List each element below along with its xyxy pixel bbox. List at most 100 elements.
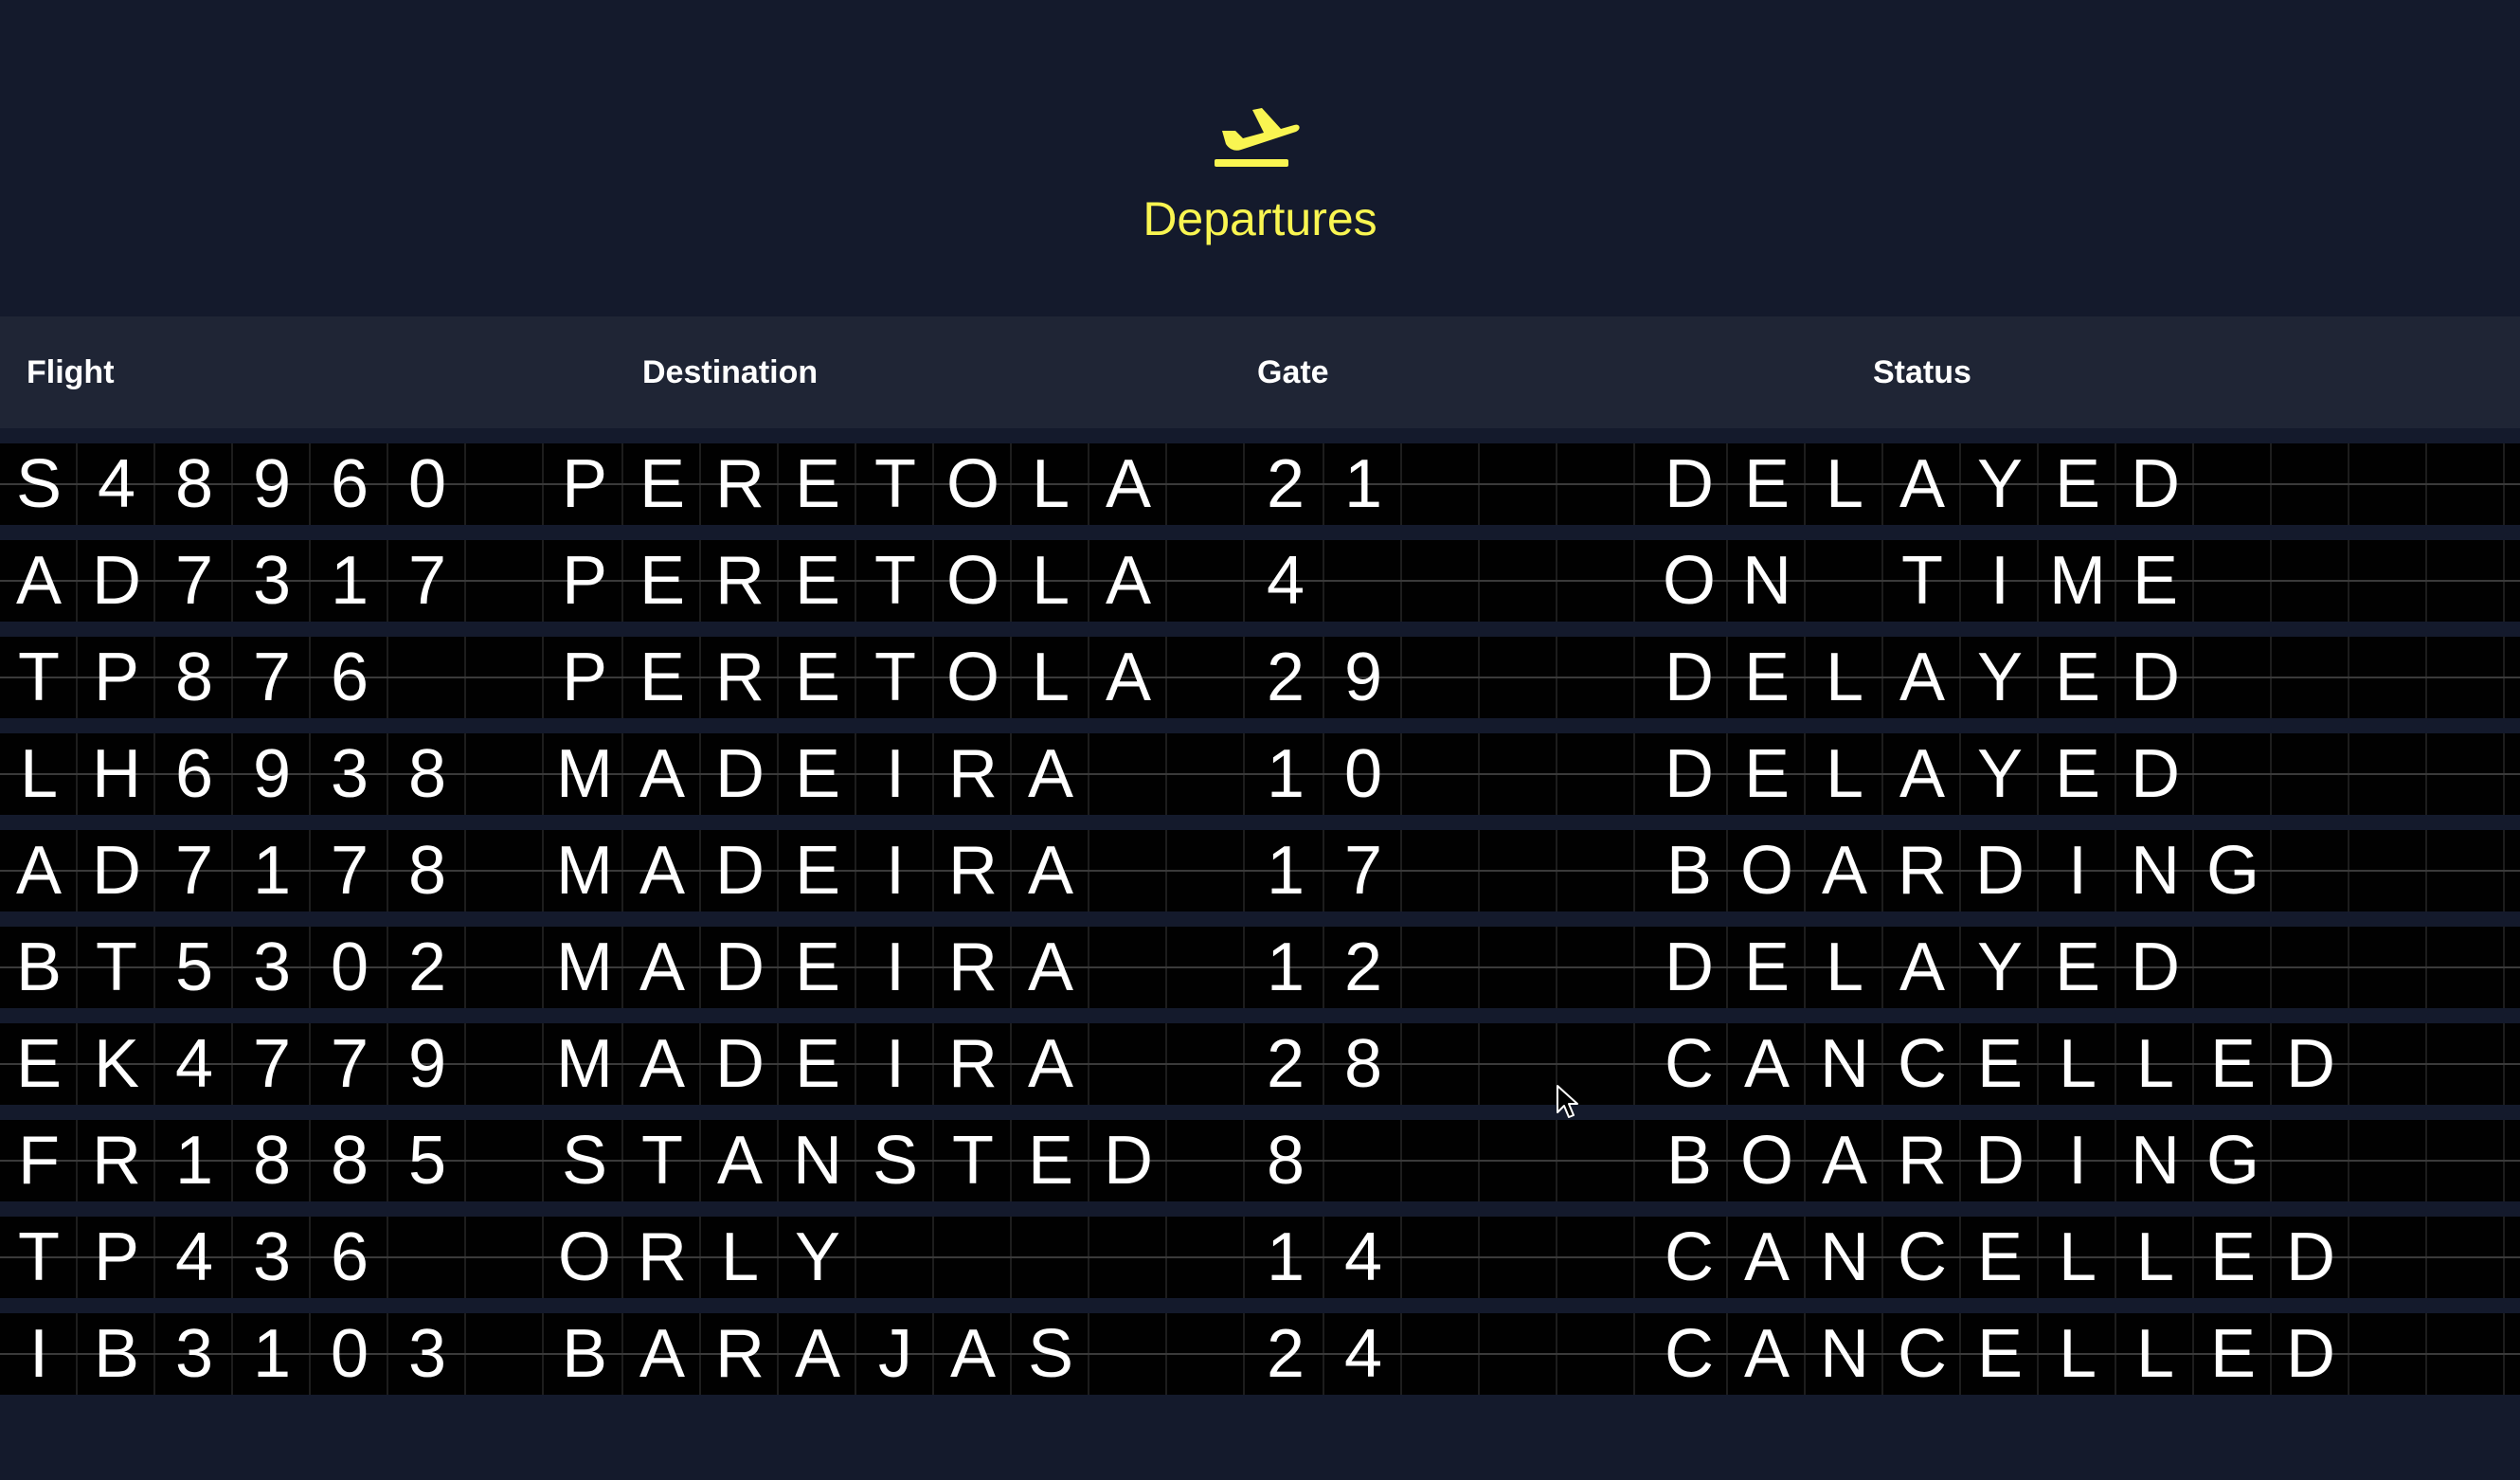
flap-tile-gate [1324,540,1402,622]
column-header-destination: Destination [642,354,819,390]
flap-tile-destination [1167,1217,1245,1298]
flight-row: AD7178MADEIRA17BOARDING [0,830,2520,911]
flap-tile-status [2349,540,2427,622]
flap-tile-status [2272,443,2349,525]
flap-tile-gate [1557,830,1635,911]
flap-tile-status [2194,540,2272,622]
flight-row: S48960PERETOLA21DELAYED [0,443,2520,525]
flight-row: TP436ORLY14CANCELLED [0,1217,2520,1298]
flap-tile-destination [1167,830,1245,911]
flap-tile-status [2349,1023,2427,1105]
flap-tile-flight [466,637,544,718]
flap-tile-flight [388,637,466,718]
flap-tile-flight [466,1120,544,1201]
flap-tile-flight [466,1023,544,1105]
flap-tile-status [2194,443,2272,525]
flap-tile-gate [1402,1023,1480,1105]
flap-tile-gate [1480,443,1557,525]
flight-row: FR1885STANSTED8BOARDING [0,1120,2520,1201]
flap-tile-flight [466,830,544,911]
flap-tile-destination [1167,927,1245,1008]
flap-tile-gate [1557,443,1635,525]
flap-tile-gate [1402,443,1480,525]
flap-tile-status [2272,1120,2349,1201]
flap-tile-gate [1480,733,1557,815]
flap-tile-status [2272,733,2349,815]
flap-tile-status [2349,443,2427,525]
flap-tile-status [2194,927,2272,1008]
flap-tile-status [2427,733,2505,815]
flap-tile-destination [1167,1313,1245,1395]
flap-tile-status [2427,1313,2505,1395]
flap-tile-status [2427,1120,2505,1201]
flight-row: BT5302MADEIRA12DELAYED [0,927,2520,1008]
flap-tile-flight [466,733,544,815]
flap-tile-gate [1480,1120,1557,1201]
flap-tile-gate [1402,1313,1480,1395]
flap-tile-destination [1089,1313,1167,1395]
flap-tile-status [2349,927,2427,1008]
flap-tile-destination [1167,1023,1245,1105]
flap-tile-destination [1167,1120,1245,1201]
flap-tile-status [2349,637,2427,718]
flap-tile-gate [1480,637,1557,718]
flap-tile-destination [1167,443,1245,525]
flap-tile-status [2194,637,2272,718]
flap-tile-status [2349,1313,2427,1395]
flight-row: AD7317PERETOLA4ON TIME [0,540,2520,622]
flap-tile-status [2427,927,2505,1008]
flap-tile-gate [1402,830,1480,911]
flight-row: LH6938MADEIRA10DELAYED [0,733,2520,815]
flap-tile-gate [1480,830,1557,911]
flap-tile-gate [1402,1120,1480,1201]
flap-tile-status [2427,1217,2505,1298]
flap-tile-destination [856,1217,934,1298]
departures-board: Departures Flight Destination Gate Statu… [0,0,2520,1480]
page-title: Departures [1143,192,1377,245]
flap-tile-status [2427,637,2505,718]
flap-tile-flight [466,1217,544,1298]
flight-row: EK4779MADEIRA28CANCELLED [0,1023,2520,1105]
flap-tile-gate [1402,927,1480,1008]
flap-tile-flight [466,443,544,525]
flap-tile-status [2194,733,2272,815]
flap-tile-gate [1480,1313,1557,1395]
flap-tile-gate [1557,540,1635,622]
flap-tile-destination [1167,540,1245,622]
airplane-departure-icon [1215,108,1300,167]
flap-tile-status [2427,443,2505,525]
board-header: Departures [0,0,2520,316]
flap-tile-flight [388,1217,466,1298]
flap-tile-gate [1402,1217,1480,1298]
mouse-pointer-icon [1557,1085,1578,1118]
flap-tile-status [2349,1120,2427,1201]
flight-row: TP876PERETOLA29DELAYED [0,637,2520,718]
flap-tile-flight [466,1313,544,1395]
flap-tile-destination [1089,1023,1167,1105]
flap-tile-gate [1557,637,1635,718]
flap-tile-gate [1402,637,1480,718]
flap-tile-status [2427,1023,2505,1105]
flap-tile-gate [1557,1313,1635,1395]
flap-tile-gate [1480,1023,1557,1105]
flap-tile-gate [1557,733,1635,815]
flap-tile-status [2349,830,2427,911]
flap-tile-flight [466,540,544,622]
flap-tile-destination [1167,637,1245,718]
flap-tile-status [2349,733,2427,815]
flap-tile-status [2427,540,2505,622]
column-header-flight: Flight [27,354,115,390]
flap-tile-gate [1324,1120,1402,1201]
flap-tile-destination [1089,733,1167,815]
flap-tile-status [2272,637,2349,718]
flap-tile-destination [1012,1217,1089,1298]
flap-tile-destination [1089,927,1167,1008]
flap-tile-gate [1402,540,1480,622]
flap-tile-destination [1167,733,1245,815]
flap-tile-destination [1089,1217,1167,1298]
flap-tile-status [2349,1217,2427,1298]
flap-tile-destination [934,1217,1012,1298]
flap-tile-status [2427,830,2505,911]
column-header-status: Status [1873,354,1971,390]
flap-tile-status [2272,540,2349,622]
